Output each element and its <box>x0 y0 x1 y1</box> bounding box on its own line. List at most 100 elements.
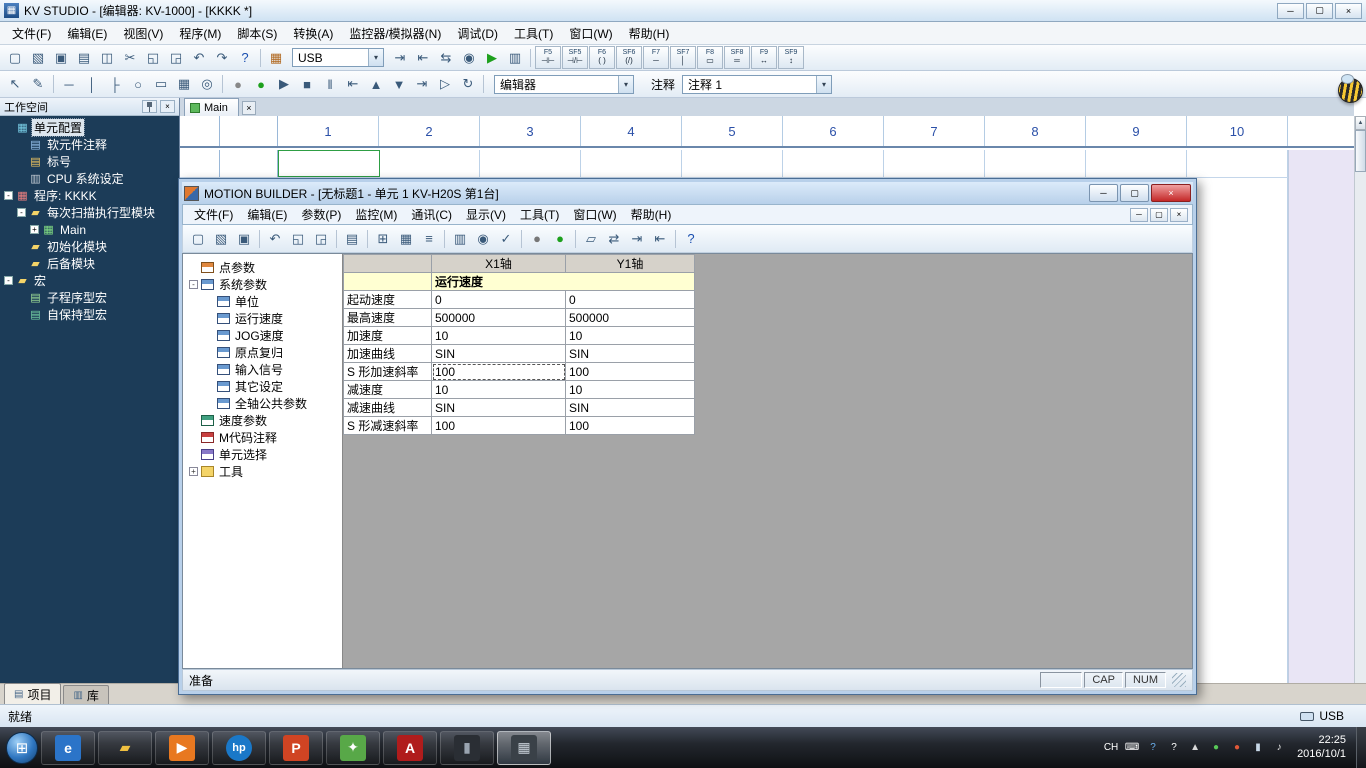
verify-icon[interactable]: ⇆ <box>435 47 457 69</box>
help-blue-icon[interactable]: ? <box>1145 740 1161 756</box>
tree-expander[interactable]: - <box>17 208 26 217</box>
tab-close-button[interactable]: × <box>242 101 256 115</box>
network-icon[interactable]: ▮ <box>1250 740 1266 756</box>
workspace-item-1[interactable]: ▦单元配置 <box>0 119 179 136</box>
monitor-icon[interactable]: ◉ <box>472 228 494 250</box>
param-value-cell[interactable]: 10 <box>566 327 695 345</box>
help-icon[interactable]: ? <box>234 47 256 69</box>
select-mode-icon[interactable]: ↖ <box>4 73 26 95</box>
branch-icon[interactable]: ├ <box>104 73 126 95</box>
mb-tree-item-10[interactable]: 速度参数 <box>183 412 342 429</box>
hidden-icons-arrow[interactable]: ▲ <box>1187 740 1203 756</box>
coil-icon[interactable]: ○ <box>127 73 149 95</box>
registration-monitor-icon[interactable]: ▥ <box>504 47 526 69</box>
maximize-button[interactable]: ▢ <box>1306 3 1333 19</box>
new-icon[interactable]: ▢ <box>187 228 209 250</box>
mdi-close-button[interactable]: × <box>1170 208 1188 222</box>
taskbar-media-player-button[interactable]: ▶ <box>155 731 209 765</box>
dropdown-arrow-icon[interactable]: ▾ <box>618 76 633 93</box>
taskbar-kv-studio-button[interactable]: ▦ <box>497 731 551 765</box>
tab-library[interactable]: ▥ 库 <box>63 685 108 704</box>
param-value-cell[interactable]: 500000 <box>432 309 566 327</box>
function-box-icon[interactable]: ▭ <box>150 73 172 95</box>
new-project-icon[interactable]: ▢ <box>4 47 26 69</box>
fn-f9-button[interactable]: F9↔ <box>751 46 777 69</box>
editor-mode-combo[interactable]: 编辑器 ▾ <box>494 75 634 94</box>
tree-expander[interactable]: - <box>189 280 198 289</box>
mdi-minimize-button[interactable]: ─ <box>1130 208 1148 222</box>
mb-close-button[interactable]: × <box>1151 184 1191 202</box>
mb-tree-item-12[interactable]: 单元选择 <box>183 446 342 463</box>
open-project-icon[interactable]: ▧ <box>27 47 49 69</box>
volume-icon[interactable]: ♪ <box>1271 740 1287 756</box>
menu-item-3[interactable]: 视图(V) <box>115 22 171 45</box>
menu-item-2[interactable]: 编辑(E) <box>59 22 115 45</box>
refresh-icon[interactable]: ↻ <box>457 73 479 95</box>
stop-circle-icon[interactable]: ● <box>526 228 548 250</box>
stop-icon[interactable]: ■ <box>296 73 318 95</box>
param-value-cell[interactable]: 100 <box>432 363 566 381</box>
mb-tree-item-8[interactable]: 其它设定 <box>183 378 342 395</box>
workspace-item-5[interactable]: -▦程序: KKKK <box>0 187 179 204</box>
help-icon[interactable]: ? <box>680 228 702 250</box>
show-desktop-button[interactable] <box>1356 727 1366 768</box>
minimize-button[interactable]: ─ <box>1277 3 1304 19</box>
point-param-view-icon[interactable]: ⊞ <box>372 228 394 250</box>
fn-sf6-button[interactable]: SF6(/) <box>616 46 642 69</box>
mb-tree-item-11[interactable]: M代码注释 <box>183 429 342 446</box>
tree-expander[interactable]: - <box>4 191 13 200</box>
param-value-cell[interactable]: SIN <box>566 345 695 363</box>
step-forward-icon[interactable]: ⇥ <box>411 73 433 95</box>
mb-tree-item-1[interactable]: 点参数 <box>183 259 342 276</box>
fn-sf8-button[interactable]: SF8═ <box>724 46 750 69</box>
param-value-cell[interactable]: 100 <box>432 417 566 435</box>
grid-view-icon[interactable]: ▦ <box>173 73 195 95</box>
workspace-item-4[interactable]: ▥CPU 系统设定 <box>0 170 179 187</box>
param-value-cell[interactable]: 100 <box>566 417 695 435</box>
mb-tree-item-2[interactable]: -系统参数 <box>183 276 342 293</box>
mb-menu-item-1[interactable]: 文件(F) <box>187 204 240 225</box>
keyboard-icon[interactable]: ⌨ <box>1124 740 1140 756</box>
paste-icon[interactable]: ◲ <box>310 228 332 250</box>
scroll-up-button[interactable]: ▲ <box>1355 116 1366 130</box>
fn-f7-button[interactable]: F7─ <box>643 46 669 69</box>
start-button[interactable]: ⊞ <box>6 732 38 764</box>
mb-tree-item-6[interactable]: 原点复归 <box>183 344 342 361</box>
param-value-cell[interactable]: SIN <box>432 345 566 363</box>
read-from-plc-icon[interactable]: ⇤ <box>412 47 434 69</box>
param-value-cell[interactable]: 10 <box>432 327 566 345</box>
mb-menu-item-7[interactable]: 工具(T) <box>513 204 566 225</box>
param-value-cell[interactable]: 0 <box>566 291 695 309</box>
mb-title-bar[interactable]: MOTION BUILDER - [无标题1 - 单元 1 KV-H20S 第1… <box>182 182 1193 204</box>
mdi-restore-button[interactable]: ▢ <box>1150 208 1168 222</box>
run-to-icon[interactable]: ▷ <box>434 73 456 95</box>
mb-tree-item-7[interactable]: 输入信号 <box>183 361 342 378</box>
undo-icon[interactable]: ↶ <box>188 47 210 69</box>
print-preview-icon[interactable]: ◫ <box>96 47 118 69</box>
unit-editor-icon[interactable]: ▦ <box>265 47 287 69</box>
workspace-header[interactable]: 工作空间 × <box>0 98 179 116</box>
workspace-item-7[interactable]: +▦Main <box>0 221 179 238</box>
list-view-icon[interactable]: ≡ <box>418 228 440 250</box>
mb-minimize-button[interactable]: ─ <box>1089 184 1118 202</box>
tree-expander[interactable]: + <box>189 467 198 476</box>
play-icon[interactable]: ▶ <box>273 73 295 95</box>
scrollbar-thumb[interactable] <box>1355 130 1366 172</box>
print-icon[interactable]: ▤ <box>73 47 95 69</box>
mb-tree-item-5[interactable]: JOG速度 <box>183 327 342 344</box>
taskbar-app-green-button[interactable]: ✦ <box>326 731 380 765</box>
question-icon[interactable]: ? <box>1166 740 1182 756</box>
param-value-cell[interactable]: SIN <box>432 399 566 417</box>
step-up-icon[interactable]: ▲ <box>365 73 387 95</box>
fn-f8-button[interactable]: F8▭ <box>697 46 723 69</box>
menu-item-11[interactable]: 帮助(H) <box>621 22 678 45</box>
axis-column-header[interactable]: X1轴 <box>432 255 566 273</box>
menu-item-8[interactable]: 调试(D) <box>449 22 506 45</box>
cut-icon[interactable]: ✂ <box>119 47 141 69</box>
menu-item-10[interactable]: 窗口(W) <box>561 22 620 45</box>
menu-item-1[interactable]: 文件(F) <box>4 22 59 45</box>
taskbar-clock[interactable]: 22:25 2016/10/1 <box>1289 734 1354 762</box>
param-value-cell[interactable]: 100 <box>566 363 695 381</box>
dropdown-arrow-icon[interactable]: ▾ <box>816 76 831 93</box>
mb-menu-item-5[interactable]: 通讯(C) <box>404 204 459 225</box>
